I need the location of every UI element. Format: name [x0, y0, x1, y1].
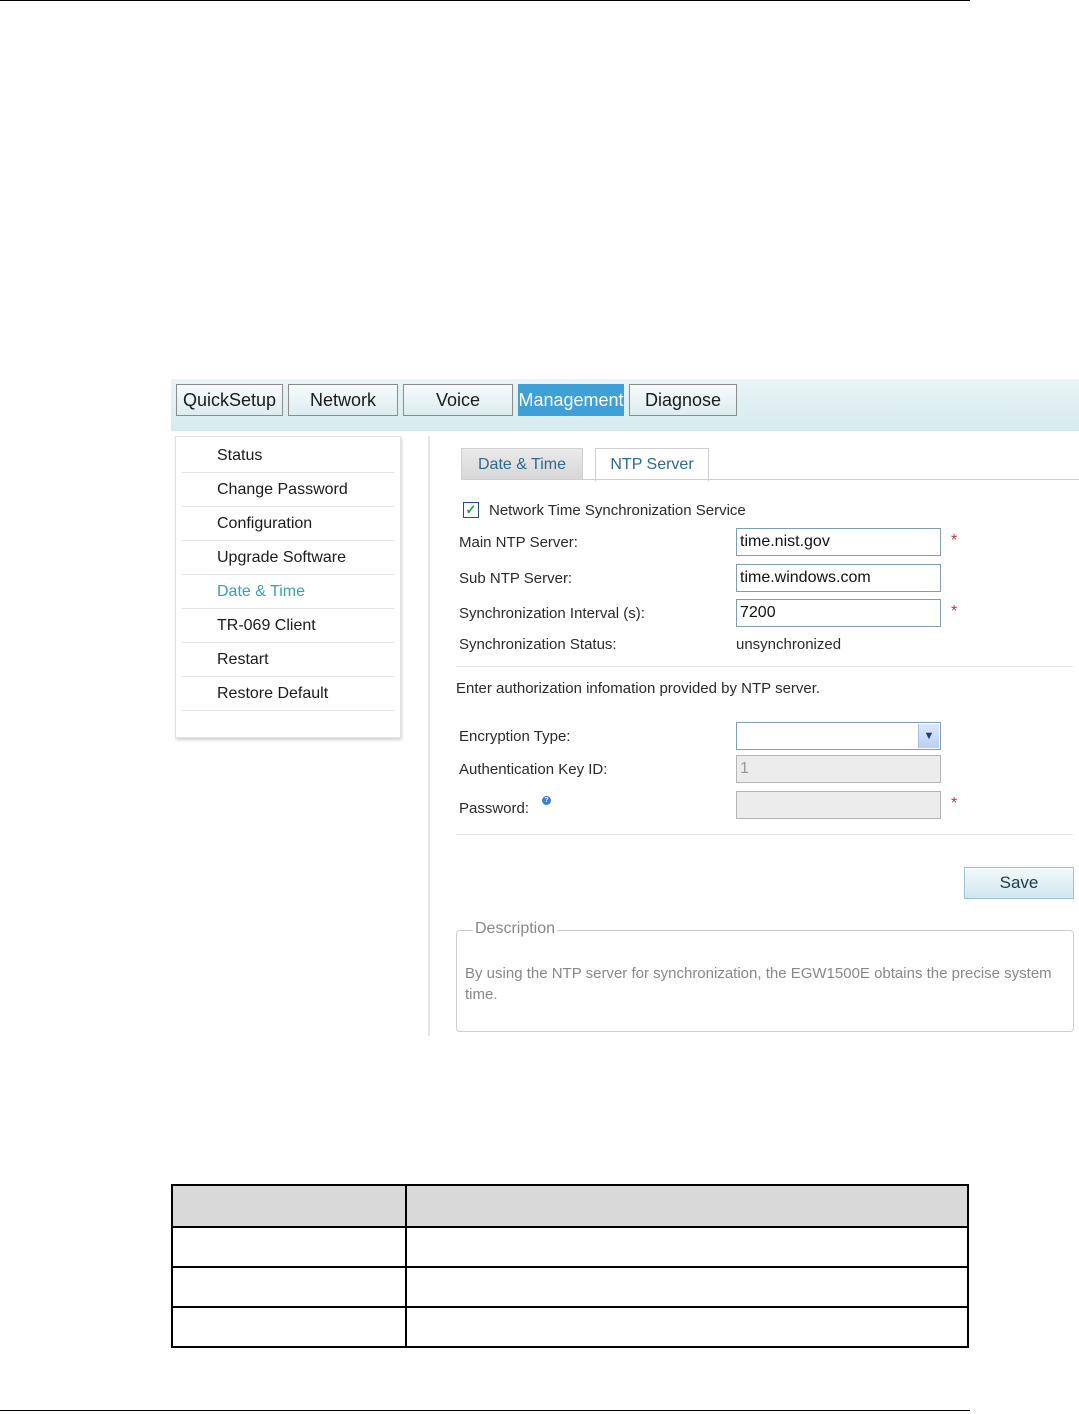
- table-cell: [405, 1266, 969, 1308]
- encryption-type-select[interactable]: ▼: [736, 722, 941, 750]
- sidebar-item-status[interactable]: Status: [182, 439, 394, 473]
- sidebar-item-upgrade-software[interactable]: Upgrade Software: [182, 541, 394, 575]
- form-bottom-divider: [456, 834, 1073, 835]
- interval-label: Synchronization Interval (s):: [459, 605, 645, 622]
- encryption-type-label: Encryption Type:: [459, 728, 571, 745]
- tab-date-time[interactable]: Date & Time: [461, 448, 583, 480]
- tab-ntp-server[interactable]: NTP Server: [595, 448, 709, 481]
- sidebar-item-date-time[interactable]: Date & Time: [182, 575, 394, 609]
- nav-tab-voice[interactable]: Voice: [403, 384, 513, 416]
- nav-tab-quicksetup[interactable]: QuickSetup: [176, 384, 283, 416]
- interval-input[interactable]: [736, 599, 941, 627]
- main-ntp-label: Main NTP Server:: [459, 534, 578, 551]
- top-nav-bar: QuickSetup Network Voice Management Diag…: [171, 379, 1079, 431]
- table-cell: [405, 1306, 969, 1348]
- interval-required-marker: *: [951, 603, 958, 620]
- help-icon[interactable]: ?: [542, 796, 551, 805]
- sub-ntp-input[interactable]: [736, 564, 941, 592]
- table-cell: [171, 1226, 407, 1268]
- tab-underline: [461, 479, 1079, 480]
- description-legend: Description: [473, 920, 558, 938]
- password-required-marker: *: [951, 795, 958, 812]
- table-header-row: [171, 1184, 969, 1228]
- table-cell: [171, 1266, 407, 1308]
- chevron-down-icon[interactable]: ▼: [918, 724, 939, 748]
- sub-ntp-label: Sub NTP Server:: [459, 570, 573, 587]
- content-divider: [428, 436, 430, 1036]
- parameter-table: [171, 1184, 969, 1348]
- sidebar-item-restart[interactable]: Restart: [182, 643, 394, 677]
- table-row: [171, 1266, 969, 1308]
- nav-tab-diagnose[interactable]: Diagnose: [629, 384, 737, 416]
- section-divider: [456, 666, 1073, 667]
- main-ntp-input[interactable]: [736, 528, 941, 556]
- sync-service-label: Network Time Synchronization Service: [489, 502, 746, 519]
- nav-tab-management[interactable]: Management: [518, 384, 624, 416]
- page-header-rule: [0, 0, 970, 1]
- content-panel: Date & Time NTP Server ✓ Network Time Sy…: [431, 436, 1079, 1036]
- sidebar: Status Change Password Configuration Upg…: [175, 436, 401, 738]
- web-admin-screenshot: QuickSetup Network Voice Management Diag…: [171, 379, 1079, 1039]
- auth-info-text: Enter authorization infomation provided …: [456, 680, 821, 697]
- table-cell: [171, 1306, 407, 1348]
- description-box: Description By using the NTP server for …: [456, 920, 1074, 1032]
- auth-key-id-input: [736, 755, 941, 783]
- sidebar-item-tr069-client[interactable]: TR-069 Client: [182, 609, 394, 643]
- sync-status-value: unsynchronized: [736, 636, 842, 653]
- page-footer-rule: [0, 1410, 970, 1411]
- table-header-cell: [405, 1184, 969, 1228]
- table-cell: [405, 1226, 969, 1268]
- save-button[interactable]: Save: [964, 867, 1074, 899]
- table-row: [171, 1306, 969, 1348]
- sidebar-item-configuration[interactable]: Configuration: [182, 507, 394, 541]
- password-input: [736, 791, 941, 819]
- description-text: By using the NTP server for synchronizat…: [465, 965, 1052, 1003]
- table-row: [171, 1226, 969, 1268]
- nav-tab-network[interactable]: Network: [288, 384, 398, 416]
- sidebar-item-restore-default[interactable]: Restore Default: [182, 677, 394, 711]
- sync-status-label: Synchronization Status:: [459, 636, 617, 653]
- password-label: Password:: [459, 800, 530, 817]
- table-header-cell: [171, 1184, 407, 1228]
- main-ntp-required-marker: *: [951, 532, 958, 549]
- top-nav: QuickSetup Network Voice Management Diag…: [176, 384, 742, 416]
- sidebar-item-change-password[interactable]: Change Password: [182, 473, 394, 507]
- auth-key-id-label: Authentication Key ID:: [459, 761, 608, 778]
- sync-service-checkbox[interactable]: ✓: [463, 502, 479, 518]
- checkbox-check-icon: ✓: [465, 502, 477, 517]
